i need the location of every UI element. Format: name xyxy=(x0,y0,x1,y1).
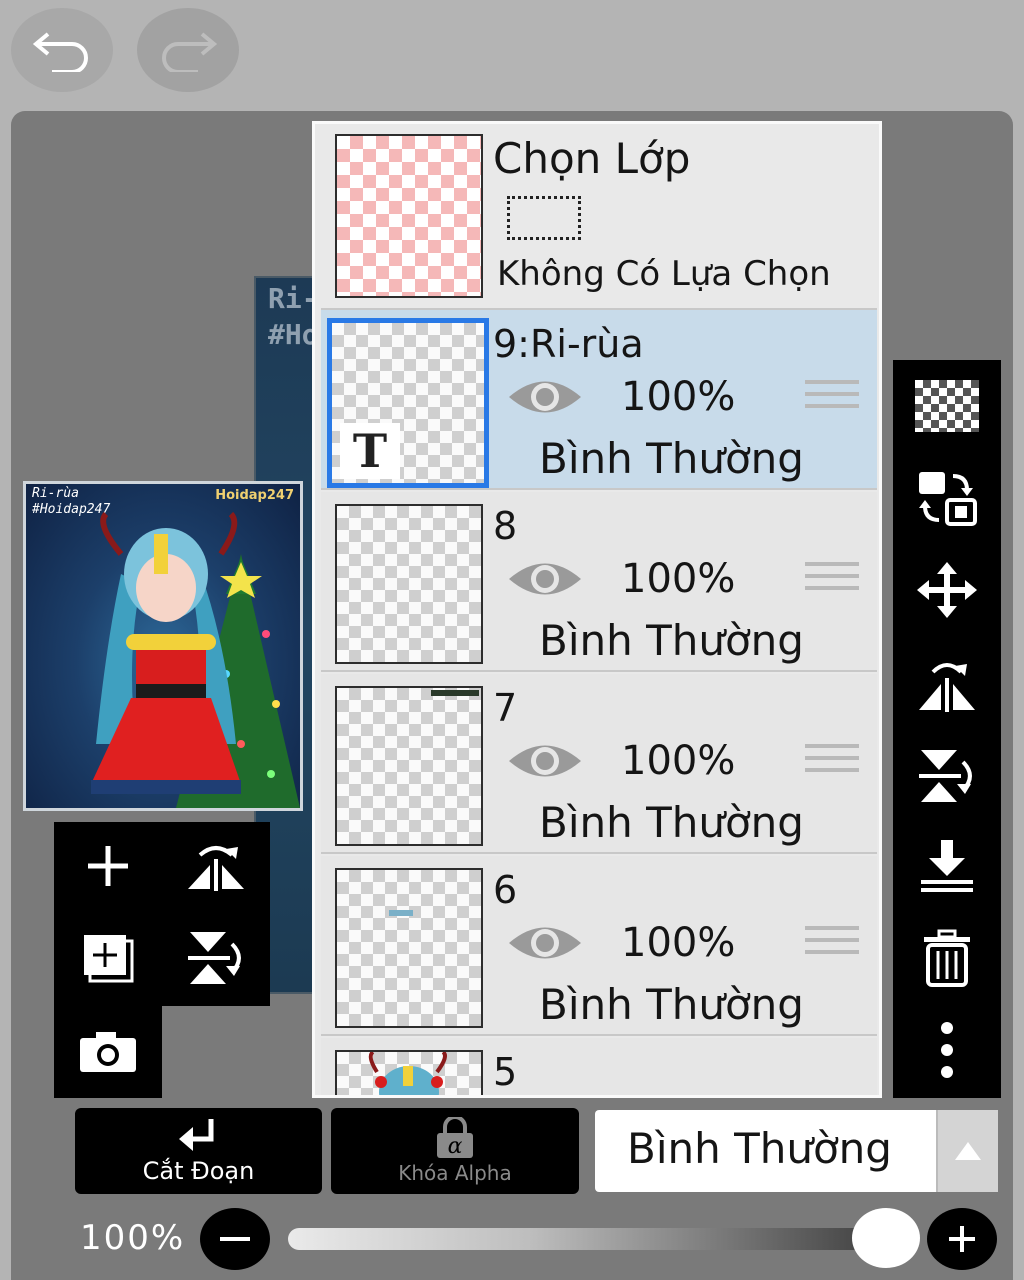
layer-name: 7 xyxy=(493,686,518,730)
right-toolbar xyxy=(893,360,1001,1098)
flip-vertical-button[interactable] xyxy=(176,918,256,998)
canvas-watermark-line1: Ri- xyxy=(268,282,319,315)
merge-down-button[interactable] xyxy=(907,826,987,906)
layer-list: Chọn Lớp Không Có Lựa Chọn T 9:Ri-rùa 10… xyxy=(312,121,882,1098)
more-options-button[interactable] xyxy=(907,1010,987,1090)
opacity-slider[interactable] xyxy=(288,1228,898,1250)
flip-horizontal-button[interactable] xyxy=(176,826,256,906)
redo-icon xyxy=(162,32,218,72)
transparency-icon xyxy=(915,380,979,432)
opacity-label: 100% xyxy=(80,1218,186,1258)
blend-mode-value: Bình Thường xyxy=(627,1124,892,1173)
more-icon xyxy=(941,1022,953,1078)
visibility-eye-icon[interactable] xyxy=(507,920,583,966)
move-button[interactable] xyxy=(907,550,987,630)
camera-icon xyxy=(80,1032,136,1072)
layer-name: 6 xyxy=(493,868,518,912)
svg-text:α: α xyxy=(448,1134,463,1159)
layer-blend-mode: Bình Thường xyxy=(539,980,804,1029)
visibility-eye-icon[interactable] xyxy=(507,374,583,420)
visibility-eye-icon[interactable] xyxy=(507,556,583,602)
drag-handle-icon[interactable] xyxy=(805,562,859,598)
layer-thumbnail xyxy=(335,1050,483,1095)
move-icon xyxy=(917,562,977,618)
camera-button[interactable] xyxy=(68,1012,148,1092)
add-layer-icon xyxy=(88,846,128,886)
layer-name: 8 xyxy=(493,504,518,548)
selection-status: Không Có Lựa Chọn xyxy=(497,254,831,294)
opacity-increase-button[interactable] xyxy=(927,1208,997,1270)
alpha-lock-label: Khóa Alpha xyxy=(398,1161,512,1185)
merge-down-icon xyxy=(921,840,973,892)
clipping-arrow-icon xyxy=(178,1119,213,1151)
layer-row-9[interactable]: T 9:Ri-rùa 100% Bình Thường xyxy=(321,310,877,490)
drag-handle-icon[interactable] xyxy=(805,380,859,416)
swap-layer-button[interactable] xyxy=(907,458,987,538)
redo-button[interactable] xyxy=(137,8,239,92)
thumbnail-mark xyxy=(389,910,413,916)
layer-opacity: 100% xyxy=(621,556,736,602)
layer-name: 5 xyxy=(493,1050,518,1094)
clipping-button[interactable]: Cắt Đoạn xyxy=(75,1108,322,1194)
undo-icon xyxy=(32,32,88,72)
visibility-eye-icon[interactable] xyxy=(507,738,583,784)
thumbnail-mark xyxy=(431,690,479,696)
alpha-lock-button[interactable]: α Khóa Alpha xyxy=(331,1108,579,1194)
layer-row-7[interactable]: 7 100% Bình Thường xyxy=(321,674,877,854)
thumbnail-art xyxy=(368,1052,447,1095)
layer-blend-mode: Bình Thường xyxy=(539,798,804,847)
opacity-decrease-button[interactable] xyxy=(200,1208,270,1270)
delete-layer-button[interactable] xyxy=(907,918,987,998)
add-layer-button[interactable] xyxy=(68,826,148,906)
layer-row-6[interactable]: 6 100% Bình Thường xyxy=(321,856,877,1036)
flip-vertical-icon xyxy=(919,750,972,802)
preview-artwork xyxy=(91,511,300,808)
trash-icon xyxy=(924,929,970,987)
opacity-slider-knob[interactable] xyxy=(852,1208,920,1268)
flip-horizontal-right-button[interactable] xyxy=(907,644,987,724)
layer-thumbnail: T xyxy=(327,318,489,488)
add-copy-layer-icon xyxy=(84,935,134,983)
layer-thumbnail xyxy=(335,504,483,664)
dropdown-arrow-icon[interactable] xyxy=(936,1110,998,1192)
layer-blend-mode: Bình Thường xyxy=(539,434,804,483)
flip-horizontal-icon xyxy=(919,663,975,712)
flip-vertical-right-button[interactable] xyxy=(907,736,987,816)
minus-icon xyxy=(220,1237,250,1241)
flip-horizontal-icon xyxy=(188,846,244,891)
transparency-button[interactable] xyxy=(907,366,987,446)
canvas-watermark-line2: #Ho xyxy=(268,318,319,351)
flip-vertical-icon xyxy=(188,932,241,984)
swap-layer-icon xyxy=(919,472,977,526)
layer-thumbnail xyxy=(335,686,483,846)
layer-blend-mode: Bình Thường xyxy=(539,616,804,665)
undo-button[interactable] xyxy=(11,8,113,92)
lock-icon: α xyxy=(437,1117,473,1159)
clipping-label: Cắt Đoạn xyxy=(142,1157,255,1185)
blend-mode-select[interactable]: Bình Thường xyxy=(595,1110,998,1192)
selection-title: Chọn Lớp xyxy=(493,134,691,183)
selection-layer-row[interactable]: Chọn Lớp Không Có Lựa Chọn xyxy=(321,124,877,310)
layer-row-5[interactable]: 5 xyxy=(321,1038,877,1095)
drag-handle-icon[interactable] xyxy=(805,744,859,780)
plus-icon xyxy=(949,1226,975,1252)
layer-row-8[interactable]: 8 100% Bình Thường xyxy=(321,492,877,672)
add-copy-layer-button[interactable] xyxy=(68,918,148,998)
text-layer-icon: T xyxy=(340,423,400,479)
layer-opacity: 100% xyxy=(621,920,736,966)
layer-opacity: 100% xyxy=(621,374,736,420)
canvas-preview[interactable]: Ri-rùa #Hoidap247 Hoidap247 xyxy=(23,481,303,811)
selection-marquee-icon xyxy=(507,196,581,240)
layer-name: 9:Ri-rùa xyxy=(493,322,644,366)
drag-handle-icon[interactable] xyxy=(805,926,859,962)
selection-thumbnail xyxy=(335,134,483,298)
layer-thumbnail xyxy=(335,868,483,1028)
layer-opacity: 100% xyxy=(621,738,736,784)
